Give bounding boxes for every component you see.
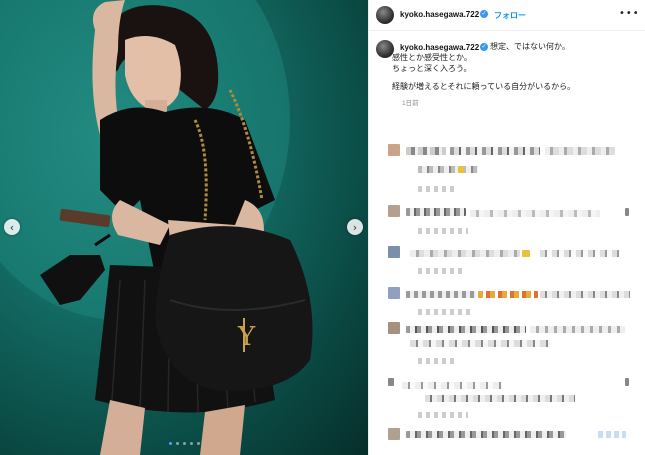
carousel-dot (175, 442, 179, 445)
carousel-next-button[interactable]: › (347, 219, 363, 235)
instagram-post-modal: Y ‹ › kyoko.hasegawa.722 ✓ フォロー ••• kyok… (0, 0, 645, 455)
caption-line: 想定、ではない何か。 (490, 42, 570, 51)
more-options-icon[interactable]: ••• (619, 8, 640, 19)
header-username[interactable]: kyoko.hasegawa.722 (400, 10, 479, 19)
carousel-prev-button[interactable]: ‹ (4, 219, 20, 235)
verified-badge-icon: ✓ (480, 10, 488, 18)
photo-illustration: Y (0, 0, 313, 455)
post-photo[interactable]: Y ‹ › (0, 0, 368, 455)
caption-verified-icon: ✓ (480, 43, 488, 51)
carousel-dot (182, 442, 186, 445)
carousel-indicator (0, 442, 368, 445)
chevron-left-icon: ‹ (9, 220, 15, 234)
caption-line: 感性とか感受性とか。 (392, 53, 472, 62)
carousel-dot (189, 442, 193, 445)
carousel-dot (168, 442, 172, 445)
chevron-right-icon: › (352, 220, 358, 234)
avatar[interactable] (376, 6, 394, 24)
follow-button[interactable]: フォロー (494, 10, 526, 21)
caption-line: ちょっと深く入ろう。 (392, 64, 472, 73)
post-header: kyoko.hasegawa.722 ✓ フォロー ••• (369, 0, 645, 31)
bag-logo: Y (237, 322, 256, 352)
post-timestamp: 1日前 (402, 100, 419, 107)
carousel-dot (196, 442, 200, 445)
caption-username[interactable]: kyoko.hasegawa.722 (400, 43, 479, 52)
caption-line: 経験が増えるとそれに頼っている自分がいるから。 (392, 82, 576, 91)
